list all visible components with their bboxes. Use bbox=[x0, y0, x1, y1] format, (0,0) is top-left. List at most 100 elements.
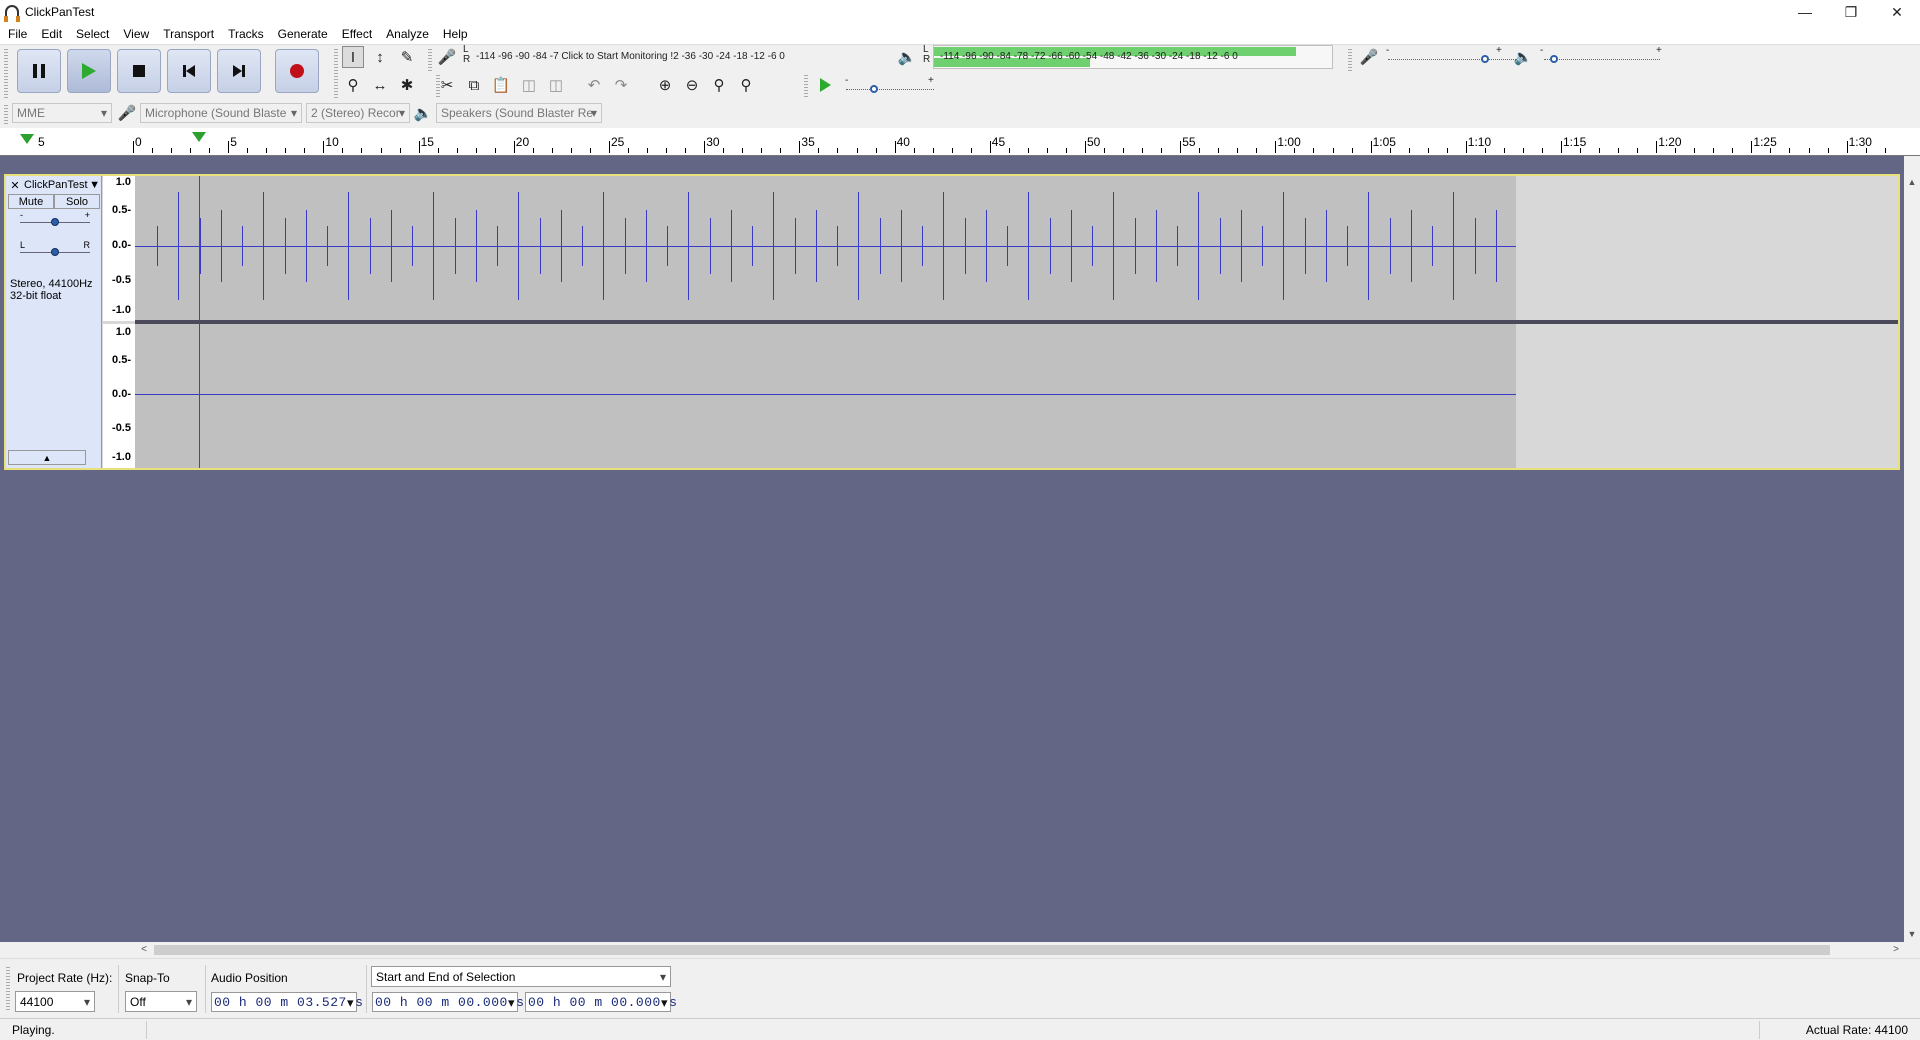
zoom-out-button[interactable]: ⊖ bbox=[681, 74, 703, 96]
recording-volume-thumb[interactable] bbox=[1481, 55, 1489, 63]
playback-meter-button[interactable]: 🔈 bbox=[896, 46, 918, 68]
time-shift-tool-button[interactable]: ↔ bbox=[369, 74, 391, 96]
mixer-toolbar-grip[interactable] bbox=[1348, 49, 1352, 71]
click-spike bbox=[1113, 192, 1114, 300]
timeline-ruler[interactable]: 5 0 5 10 15 20 25 30 35 40 45 50 55 1:00 1:05 1:10 1:15 1… bbox=[0, 128, 1920, 156]
audio-host-select[interactable]: MME bbox=[12, 103, 112, 123]
restore-button[interactable]: ❐ bbox=[1828, 0, 1874, 24]
mute-button[interactable]: Mute bbox=[8, 194, 54, 209]
pan-left-label: L bbox=[20, 240, 26, 250]
collapse-track-button[interactable]: ▲ bbox=[8, 450, 86, 465]
selection-toolbar-grip[interactable] bbox=[6, 967, 10, 1011]
audio-track[interactable]: ✕ ClickPanTest ▼ Mute Solo - + L R Stere… bbox=[4, 174, 1900, 470]
pan-slider[interactable]: L R bbox=[16, 240, 94, 258]
vertical-scrollbar[interactable]: ▲ ▼ bbox=[1904, 156, 1920, 942]
skip-to-end-button[interactable] bbox=[217, 49, 261, 93]
output-device-select[interactable]: Speakers (Sound Blaster Re bbox=[436, 103, 602, 123]
playback-volume-slider[interactable] bbox=[1544, 59, 1660, 61]
menu-view[interactable]: View bbox=[123, 27, 149, 41]
play-speed-slider[interactable] bbox=[846, 89, 934, 91]
scroll-left-icon[interactable]: < bbox=[136, 942, 152, 958]
record-meter-grip[interactable] bbox=[428, 49, 432, 71]
minimize-button[interactable]: — bbox=[1782, 0, 1828, 24]
track-menu-chevron-icon[interactable]: ▼ bbox=[89, 179, 100, 191]
redo-button[interactable]: ↷ bbox=[610, 74, 632, 96]
horizontal-scrollbar[interactable]: < > bbox=[132, 942, 1904, 958]
fit-project-button[interactable]: ⚲ bbox=[735, 74, 757, 96]
input-channels-select[interactable]: 2 (Stereo) Recor bbox=[306, 103, 410, 123]
menu-help[interactable]: Help bbox=[443, 27, 468, 41]
snap-to-select[interactable]: Off bbox=[125, 991, 197, 1012]
selection-tool-button[interactable]: I bbox=[342, 46, 364, 68]
gain-slider[interactable]: - + bbox=[16, 210, 94, 228]
track-name[interactable]: ClickPanTest bbox=[22, 179, 89, 191]
menu-analyze[interactable]: Analyze bbox=[386, 27, 429, 41]
menu-transport[interactable]: Transport bbox=[163, 27, 214, 41]
project-rate-select[interactable]: 44100 bbox=[15, 991, 95, 1012]
zoom-in-button[interactable]: ⊕ bbox=[654, 74, 676, 96]
waveform-right-channel[interactable] bbox=[135, 324, 1516, 468]
device-toolbar-grip[interactable] bbox=[4, 105, 8, 125]
zoom-tool-button[interactable]: ⚲ bbox=[342, 74, 364, 96]
play-speed-thumb[interactable] bbox=[870, 85, 878, 93]
ruler-minor-tick bbox=[1427, 148, 1429, 153]
trim-button[interactable]: ◫ bbox=[518, 74, 540, 96]
time-shift-icon: ↔ bbox=[372, 76, 388, 94]
play-at-speed-button[interactable] bbox=[814, 74, 836, 96]
close-track-icon[interactable]: ✕ bbox=[8, 179, 22, 192]
record-meter-button[interactable]: 🎤 bbox=[436, 46, 458, 68]
envelope-tool-button[interactable]: ↕ bbox=[369, 46, 391, 68]
menu-tracks[interactable]: Tracks bbox=[228, 27, 264, 41]
gain-knob[interactable] bbox=[51, 218, 59, 226]
horizontal-scroll-thumb[interactable] bbox=[154, 945, 1830, 955]
selection-start-time[interactable]: 00 h 00 m 00.000 s bbox=[372, 992, 524, 1012]
waveform-left-channel[interactable] bbox=[135, 176, 1516, 320]
paste-button[interactable]: 📋 bbox=[490, 74, 512, 96]
cut-button[interactable]: ✂ bbox=[436, 74, 458, 96]
selection-mode-select[interactable]: Start and End of Selection bbox=[371, 966, 671, 987]
vertical-ruler-right[interactable]: 1.0 0.5- 0.0- -0.5 -1.0 bbox=[103, 324, 135, 468]
tools-toolbar-grip[interactable] bbox=[334, 49, 338, 99]
empty-area-right[interactable] bbox=[1516, 324, 1898, 468]
close-button[interactable]: ✕ bbox=[1874, 0, 1920, 24]
copy-icon: ⧉ bbox=[468, 76, 480, 94]
menu-effect[interactable]: Effect bbox=[342, 27, 372, 41]
input-device-select[interactable]: Microphone (Sound Blaste bbox=[140, 103, 302, 123]
play-button[interactable] bbox=[67, 49, 111, 93]
empty-area-left[interactable] bbox=[1516, 176, 1898, 320]
undo-button[interactable]: ↶ bbox=[583, 74, 605, 96]
pause-button[interactable] bbox=[17, 49, 61, 93]
scroll-down-icon[interactable]: ▼ bbox=[1904, 926, 1920, 942]
record-meter-scale[interactable]: -114 -96 -90 -84 -7 Click to Start Monit… bbox=[476, 51, 785, 62]
silence-button[interactable]: ◫ bbox=[545, 74, 567, 96]
play-at-speed-grip[interactable] bbox=[804, 75, 808, 97]
scroll-right-icon[interactable]: > bbox=[1888, 942, 1904, 958]
skip-to-start-button[interactable] bbox=[167, 49, 211, 93]
solo-button[interactable]: Solo bbox=[54, 194, 100, 209]
fit-selection-button[interactable]: ⚲ bbox=[708, 74, 730, 96]
playback-volume-thumb[interactable] bbox=[1550, 55, 1558, 63]
menu-generate[interactable]: Generate bbox=[278, 27, 328, 41]
menu-edit[interactable]: Edit bbox=[41, 27, 62, 41]
scroll-up-icon[interactable]: ▲ bbox=[1904, 174, 1920, 190]
vertical-ruler-left[interactable]: 1.0 0.5- 0.0- -0.5 -1.0 bbox=[103, 176, 135, 321]
multi-tool-button[interactable]: ✱ bbox=[396, 74, 418, 96]
undo-icon: ↶ bbox=[587, 77, 601, 94]
stop-button[interactable] bbox=[117, 49, 161, 93]
track-panel[interactable]: ✕ ClickPanTest ▼ Mute Solo - + L R Stere… bbox=[0, 156, 1904, 942]
audio-position-time[interactable]: 00 h 00 m 03.527 s bbox=[211, 992, 363, 1012]
ruler-minor-tick bbox=[551, 148, 553, 153]
record-button[interactable] bbox=[275, 49, 319, 93]
transport-toolbar-grip[interactable] bbox=[4, 49, 8, 99]
menu-select[interactable]: Select bbox=[76, 27, 109, 41]
draw-tool-button[interactable]: ✎ bbox=[396, 46, 418, 68]
recording-volume-slider[interactable] bbox=[1388, 59, 1518, 61]
track-name-bar[interactable]: ✕ ClickPanTest ▼ bbox=[8, 178, 100, 192]
vruler-label: -0.5 bbox=[112, 274, 131, 286]
menu-file[interactable]: File bbox=[8, 27, 27, 41]
track-control-panel: ✕ ClickPanTest ▼ Mute Solo - + L R Stere… bbox=[6, 176, 102, 468]
selection-end-time[interactable]: 00 h 00 m 00.000 s bbox=[525, 992, 677, 1012]
copy-button[interactable]: ⧉ bbox=[463, 74, 485, 96]
play-region-start-marker[interactable] bbox=[20, 134, 34, 144]
pan-knob[interactable] bbox=[51, 248, 59, 256]
